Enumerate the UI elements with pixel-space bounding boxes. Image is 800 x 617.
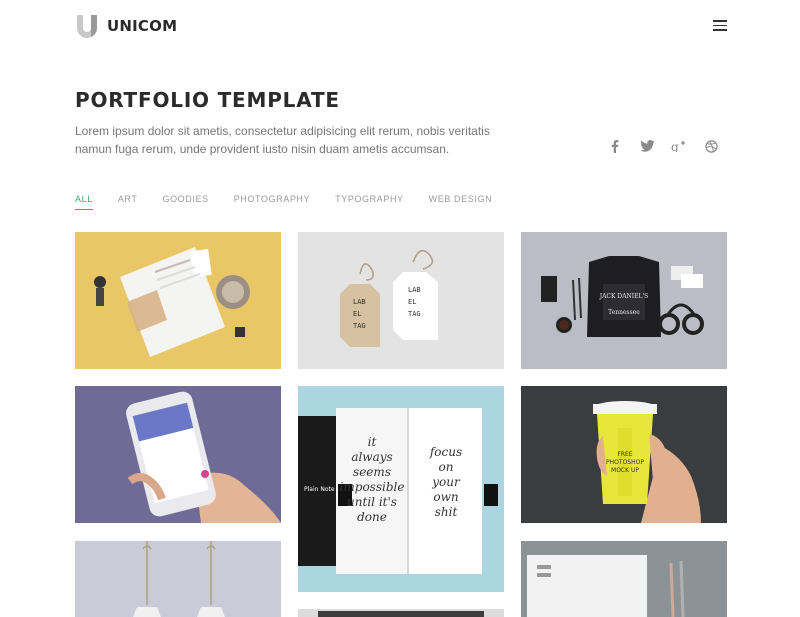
label-tags-image: LAB EL TAG LAB EL TAG	[298, 232, 504, 369]
stationery-image	[75, 232, 281, 369]
tshirt-image: JACK DANIEL'S Tennessee	[521, 232, 727, 369]
filter-art[interactable]: ART	[118, 194, 138, 210]
svg-text:Tennessee: Tennessee	[608, 309, 640, 316]
logo-icon	[75, 14, 99, 38]
svg-text:focus: focus	[429, 445, 462, 459]
svg-text:it: it	[368, 435, 377, 449]
portfolio-item-stationery[interactable]	[75, 232, 281, 369]
device-image	[298, 609, 504, 617]
social-links: g	[599, 138, 727, 154]
filter-all[interactable]: ALL	[75, 194, 93, 210]
svg-text:g: g	[671, 140, 679, 152]
portfolio-item-envelope[interactable]	[521, 541, 727, 617]
svg-text:FREE: FREE	[617, 451, 632, 458]
svg-text:JACK DANIEL'S: JACK DANIEL'S	[599, 293, 649, 300]
notebook-image: Plain Note it always seems impossible un…	[298, 386, 504, 592]
portfolio-item-device[interactable]	[298, 609, 504, 617]
filter-web-design[interactable]: WEB DESIGN	[429, 194, 493, 210]
svg-text:TAG: TAG	[408, 310, 421, 318]
portfolio-item-tshirt[interactable]: JACK DANIEL'S Tennessee	[521, 232, 727, 369]
brand-name: UNICOM	[107, 17, 178, 35]
google-plus-icon[interactable]: g	[663, 138, 695, 154]
filter-photography[interactable]: PHOTOGRAPHY	[234, 194, 310, 210]
coffee-cup-image: FREE PHOTOSHOP MOCK UP	[521, 386, 727, 523]
site-header: UNICOM	[75, 12, 727, 42]
svg-text:EL: EL	[408, 298, 416, 306]
portfolio-filters: ALL ART GOODIES PHOTOGRAPHY TYPOGRAPHY W…	[75, 194, 517, 210]
svg-text:impossible: impossible	[340, 480, 405, 494]
intro-text: Lorem ipsum dolor sit ametis, consectetu…	[75, 124, 490, 156]
svg-text:LAB: LAB	[408, 286, 421, 294]
filter-typography[interactable]: TYPOGRAPHY	[335, 194, 404, 210]
svg-text:your: your	[431, 475, 461, 489]
portfolio-item-hanging-labels[interactable]	[75, 541, 281, 617]
portfolio-item-phone[interactable]	[75, 386, 281, 523]
svg-text:MOCK UP: MOCK UP	[611, 467, 639, 474]
svg-text:seems: seems	[353, 465, 391, 479]
svg-text:until it's: until it's	[347, 495, 397, 509]
hanging-labels-image	[75, 541, 281, 617]
facebook-icon[interactable]	[599, 138, 631, 154]
portfolio-item-coffee-cup[interactable]: FREE PHOTOSHOP MOCK UP	[521, 386, 727, 523]
portfolio-item-notebook[interactable]: Plain Note it always seems impossible un…	[298, 386, 504, 592]
portfolio-item-label-tags[interactable]: LAB EL TAG LAB EL TAG	[298, 232, 504, 369]
phone-image	[75, 386, 281, 523]
svg-text:on: on	[439, 460, 454, 474]
svg-text:shit: shit	[435, 505, 458, 519]
twitter-icon[interactable]	[631, 138, 663, 154]
svg-text:Plain Note: Plain Note	[304, 486, 335, 493]
svg-text:PHOTOSHOP: PHOTOSHOP	[606, 459, 644, 466]
dribbble-icon[interactable]	[695, 138, 727, 154]
filter-goodies[interactable]: GOODIES	[162, 194, 208, 210]
svg-text:own: own	[433, 490, 458, 504]
svg-text:done: done	[357, 510, 387, 524]
logo[interactable]: UNICOM	[75, 14, 177, 38]
svg-text:LAB: LAB	[353, 298, 366, 306]
envelope-image	[521, 541, 727, 617]
svg-text:TAG: TAG	[353, 322, 366, 330]
page-title: PORTFOLIO TEMPLATE	[75, 88, 340, 112]
menu-icon[interactable]	[713, 20, 727, 31]
svg-text:EL: EL	[353, 310, 361, 318]
svg-text:always: always	[351, 450, 392, 464]
